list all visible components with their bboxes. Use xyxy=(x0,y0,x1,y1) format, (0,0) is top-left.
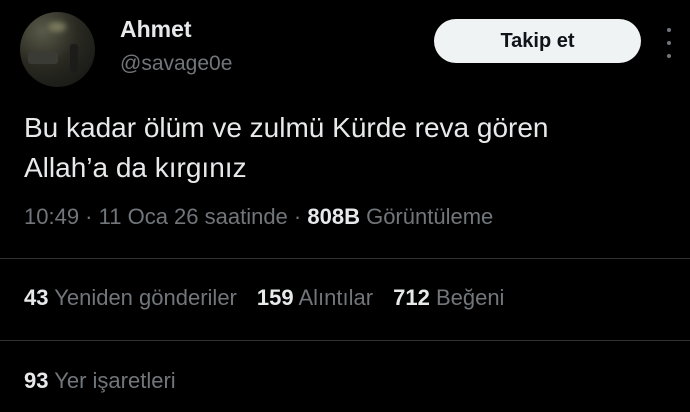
likes-count: 712 xyxy=(393,285,430,310)
tweet-date[interactable]: 11 Oca 26 saatinde xyxy=(99,204,288,229)
tweet-text: Bu kadar ölüm ve zulmü Kürde reva gören … xyxy=(24,108,664,188)
more-options-icon[interactable] xyxy=(664,28,674,58)
avatar-light xyxy=(48,22,66,32)
tweet-stats: 43 Yeniden gönderiler 159 Alıntılar 712 … xyxy=(24,285,504,311)
reposts-count: 43 xyxy=(24,285,49,310)
quotes-stat[interactable]: 159 Alıntılar xyxy=(257,285,373,311)
bookmarks-count: 93 xyxy=(24,368,49,393)
views-count[interactable]: 808B xyxy=(307,204,360,229)
divider xyxy=(0,340,690,341)
meta-separator: · xyxy=(287,204,308,229)
tweet-text-line-2: Allah’a da kırgınız xyxy=(24,152,247,183)
meta-separator: · xyxy=(79,204,99,229)
likes-label: Beğeni xyxy=(435,285,505,310)
avatar[interactable] xyxy=(20,12,95,87)
quotes-label: Alıntılar xyxy=(298,285,374,310)
reposts-label: Yeniden gönderiler xyxy=(54,285,237,310)
bookmarks-label: Yer işaretleri xyxy=(54,368,176,393)
bookmarks-stat[interactable]: 93 Yer işaretleri xyxy=(24,368,176,394)
quotes-count: 159 xyxy=(256,285,294,310)
views-label[interactable]: Görüntüleme xyxy=(366,204,493,229)
reposts-stat[interactable]: 43 Yeniden gönderiler xyxy=(24,285,237,311)
tweet-meta: 10:49 · 11 Oca 26 saatinde · 808B Görünt… xyxy=(24,204,493,230)
user-handle[interactable]: @savage0e xyxy=(120,52,232,76)
follow-button[interactable]: Takip et xyxy=(434,19,641,63)
divider xyxy=(0,258,690,259)
tweet-text-line-1: Bu kadar ölüm ve zulmü Kürde reva gören xyxy=(24,112,549,143)
avatar-car xyxy=(28,52,58,64)
tweet-time[interactable]: 10:49 xyxy=(24,204,79,229)
likes-stat[interactable]: 712 Beğeni xyxy=(393,285,504,311)
user-name[interactable]: Ahmet xyxy=(120,16,192,43)
avatar-figure xyxy=(70,44,78,72)
